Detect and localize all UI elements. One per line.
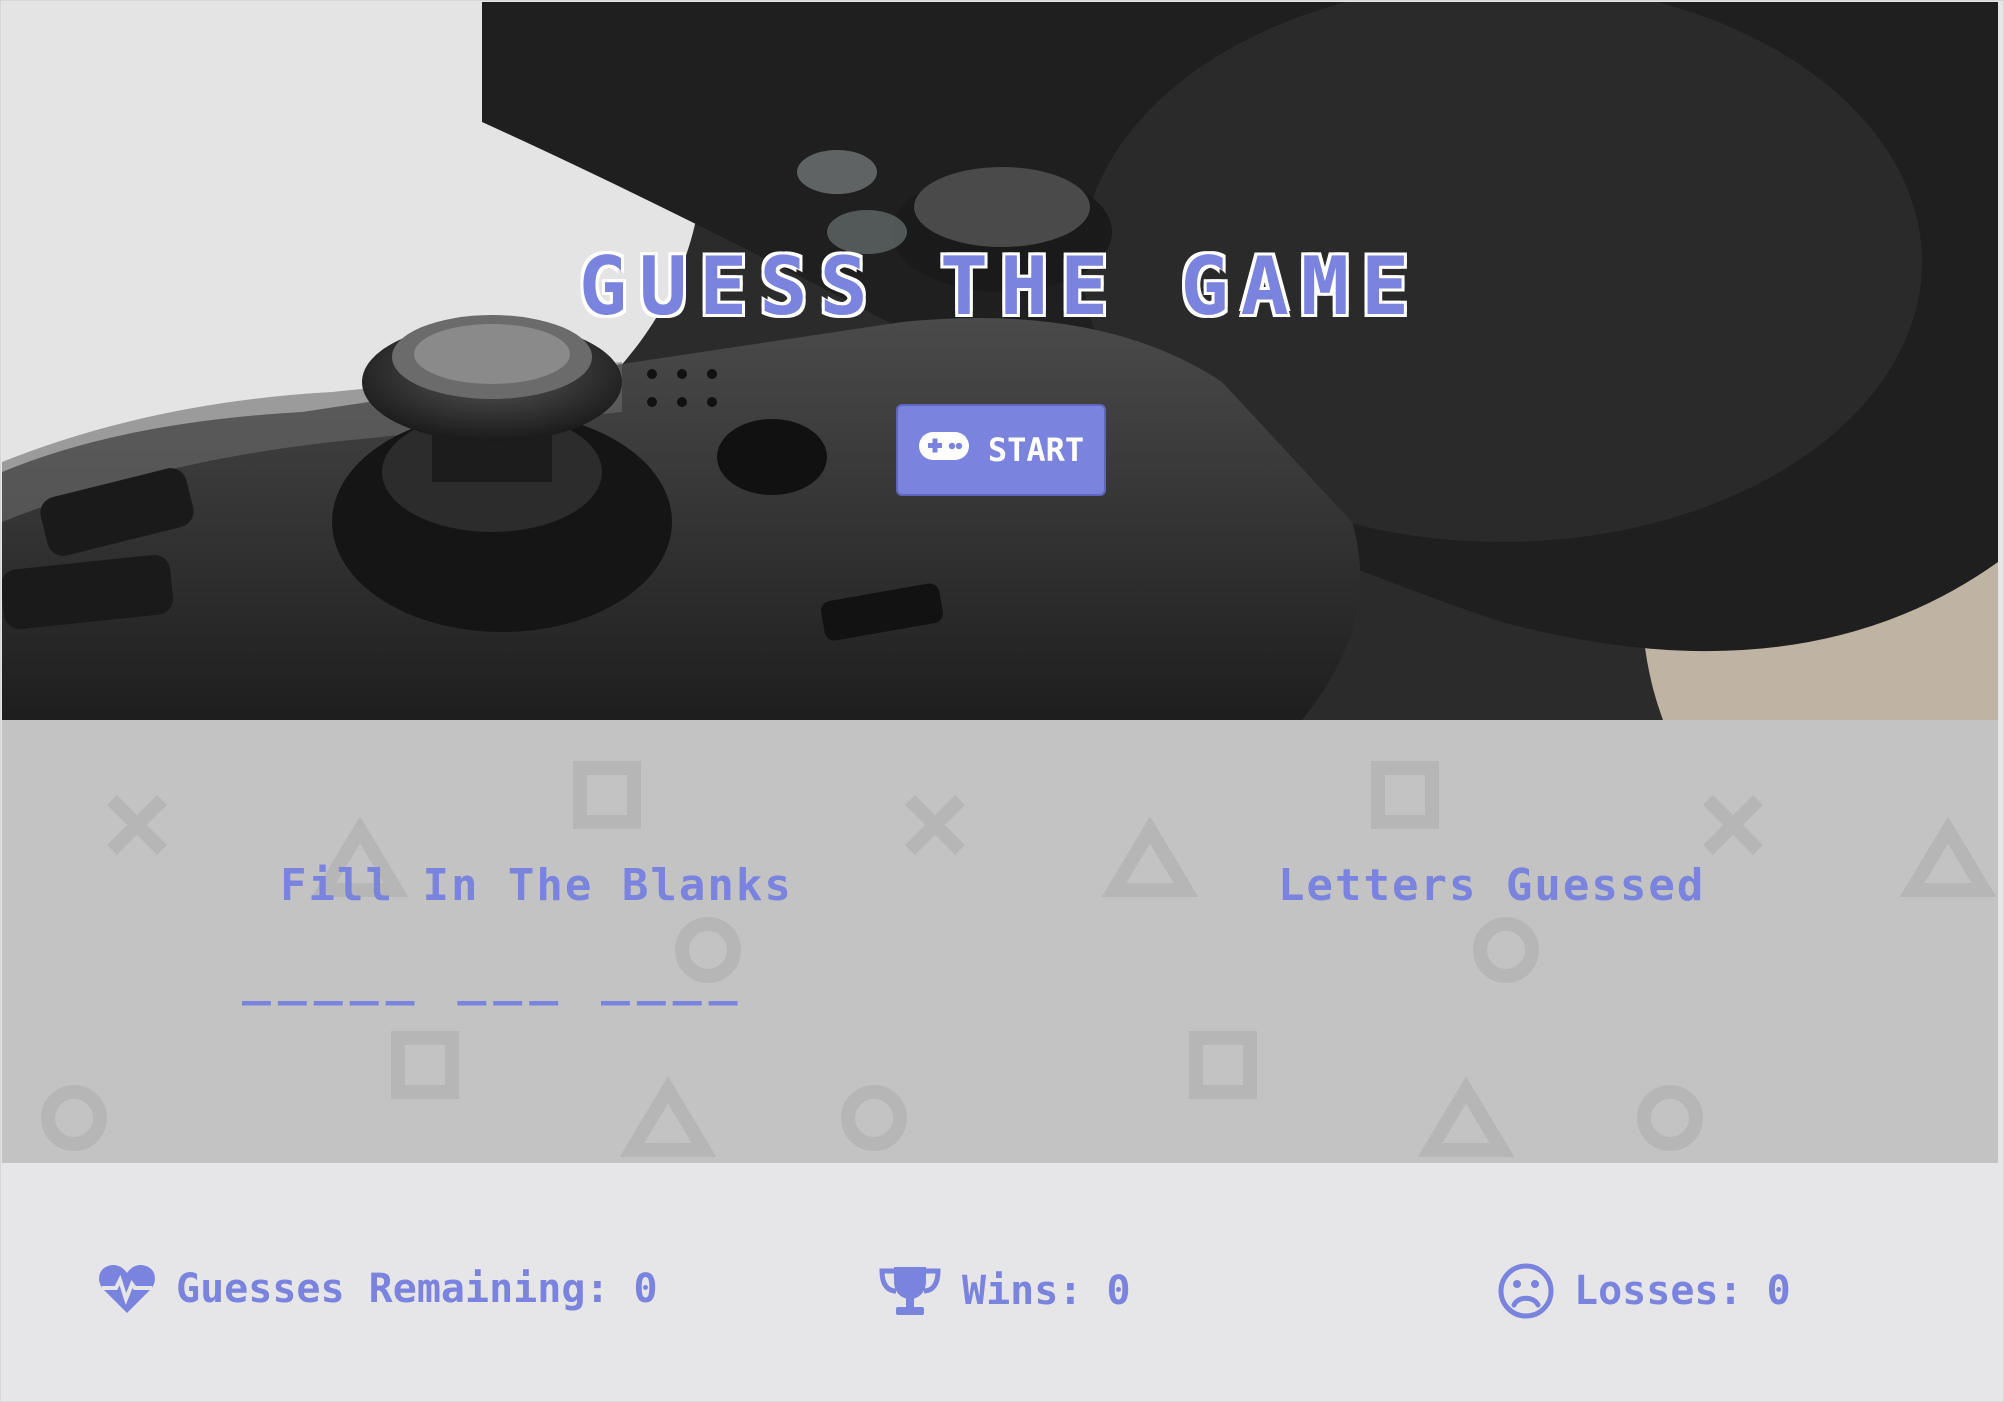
trophy-icon <box>878 1263 942 1319</box>
gamepad-icon <box>918 431 970 469</box>
heartbeat-icon <box>98 1263 156 1315</box>
frown-icon <box>1498 1263 1554 1319</box>
start-label: START <box>987 431 1085 469</box>
game-panel: Fill In The Blanks _____ ___ ____ Letter… <box>2 720 1998 1163</box>
controller-photo <box>2 2 1998 720</box>
playstation-shapes-pattern <box>41 761 1997 1157</box>
letters-guessed-heading: Letters Guessed <box>1278 860 1706 911</box>
start-button[interactable]: START <box>896 404 1106 496</box>
hero-banner: GUESS THE GAME START <box>2 2 1998 720</box>
guesses-remaining-label: Guesses Remaining: 0 <box>176 1266 658 1312</box>
losses-stat: Losses: 0 <box>1498 1263 1791 1319</box>
page-title: GUESS THE GAME <box>578 240 1422 333</box>
stats-bar: Guesses Remaining: 0 Wins: 0 Losses: 0 <box>2 1163 1998 1399</box>
guesses-remaining-stat: Guesses Remaining: 0 <box>98 1263 658 1315</box>
word-blanks: _____ ___ ____ <box>242 950 745 1006</box>
wins-stat: Wins: 0 <box>878 1263 1131 1319</box>
fill-in-blanks-heading: Fill In The Blanks <box>280 860 793 911</box>
wins-label: Wins: 0 <box>962 1268 1131 1314</box>
losses-label: Losses: 0 <box>1574 1268 1791 1314</box>
